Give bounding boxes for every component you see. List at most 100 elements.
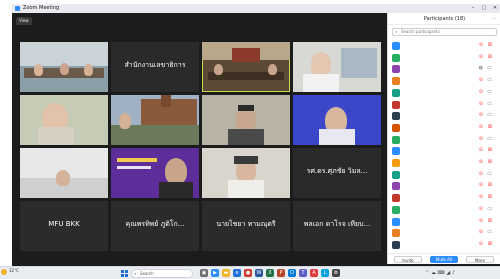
mic-muted-icon[interactable]: ⊘: [479, 136, 483, 142]
video-off-icon[interactable]: ⊠: [488, 218, 492, 224]
video-tile[interactable]: [20, 42, 108, 92]
video-tile[interactable]: [202, 148, 290, 198]
mic-muted-icon[interactable]: ⊘: [479, 160, 483, 165]
video-icon[interactable]: ▭: [487, 66, 492, 71]
taskbar-search-input[interactable]: ⌕ Search: [131, 269, 193, 278]
video-tile-active-speaker[interactable]: [202, 42, 290, 92]
participant-row[interactable]: ⊘ ⊠: [390, 239, 499, 251]
video-off-icon[interactable]: ⊠: [488, 160, 492, 165]
participant-row[interactable]: ⊘ ⊠: [390, 52, 499, 64]
windows-start-button[interactable]: [121, 270, 128, 277]
mic-muted-icon[interactable]: ⊘: [479, 43, 483, 48]
video-icon[interactable]: ▭: [487, 101, 492, 107]
participant-row[interactable]: ⊘ ▭: [390, 75, 499, 87]
video-tile[interactable]: [293, 95, 381, 145]
maximize-button[interactable]: ▢: [479, 4, 489, 13]
chrome-browser-icon[interactable]: ●: [244, 269, 252, 277]
outlook-icon[interactable]: O: [288, 269, 296, 277]
video-off-icon[interactable]: ⊠: [488, 195, 492, 200]
mic-muted-icon[interactable]: ⊘: [479, 171, 483, 177]
participant-row[interactable]: ⊘ ▭: [390, 169, 499, 181]
close-button[interactable]: ✕: [490, 4, 500, 13]
video-icon[interactable]: ▭: [487, 89, 492, 95]
participant-row[interactable]: ⊘ ▭: [390, 204, 499, 216]
view-button[interactable]: View: [16, 17, 32, 25]
mic-muted-icon[interactable]: ⊘: [479, 241, 483, 247]
teams-icon[interactable]: T: [299, 269, 307, 277]
avatar: [392, 194, 400, 203]
video-tile[interactable]: รศ.ดร.ศุภชัย วิมล...: [293, 148, 381, 198]
video-tile[interactable]: พลเอก ดาโรจ เทียบ...: [293, 201, 381, 251]
participant-row[interactable]: ⊘ ⊠: [390, 192, 499, 204]
participant-row[interactable]: ⊘ ⊠: [390, 40, 499, 52]
mic-muted-icon[interactable]: ⊘: [479, 148, 483, 153]
mic-muted-icon[interactable]: ⊘: [479, 101, 483, 107]
participant-name-large: MFU BKK: [48, 220, 80, 228]
minimize-button[interactable]: –: [468, 4, 478, 13]
panel-options-icon[interactable]: ⋯: [492, 13, 497, 25]
word-icon[interactable]: W: [255, 269, 263, 277]
mic-muted-icon[interactable]: ⊘: [479, 195, 483, 200]
acrobat-icon[interactable]: A: [310, 269, 318, 277]
avatar: [392, 182, 400, 191]
participant-row[interactable]: ⊘ ⊠: [390, 216, 499, 228]
mic-muted-icon[interactable]: ⊘: [479, 230, 483, 235]
video-off-icon[interactable]: ⊠: [488, 43, 492, 48]
participant-row[interactable]: ◍ ▭: [390, 63, 499, 75]
video-tile[interactable]: [202, 95, 290, 145]
excel-icon[interactable]: X: [266, 269, 274, 277]
video-icon[interactable]: ▭: [487, 78, 492, 83]
edge-browser-icon[interactable]: e: [233, 269, 241, 277]
task-view-icon[interactable]: ▣: [200, 269, 208, 277]
video-off-icon[interactable]: ⊠: [488, 148, 492, 153]
system-tray-icons[interactable]: ⌃ ☁ ⌨ ◢ ♪: [425, 270, 455, 276]
participant-row[interactable]: ⊘ ⊠: [390, 157, 499, 169]
mic-muted-icon[interactable]: ⊘: [479, 54, 483, 60]
participant-row[interactable]: ⊘ ⊠: [390, 180, 499, 192]
video-off-icon[interactable]: ⊠: [488, 54, 492, 60]
mic-muted-icon[interactable]: ⊘: [479, 183, 483, 188]
zoom-taskbar-icon[interactable]: ▶: [211, 269, 219, 277]
video-tile[interactable]: [111, 95, 199, 145]
mic-muted-icon[interactable]: ⊘: [479, 113, 483, 118]
mute-all-button[interactable]: Mute All: [430, 256, 458, 263]
video-tile[interactable]: สำนักงานเลขาธิการ: [111, 42, 199, 92]
powerpoint-icon[interactable]: P: [277, 269, 285, 277]
video-tile[interactable]: [20, 148, 108, 198]
video-icon[interactable]: ▭: [487, 171, 492, 177]
participants-search-input[interactable]: ⌕ Search participants: [392, 28, 497, 36]
mic-muted-icon[interactable]: ⊘: [479, 78, 483, 83]
mic-icon[interactable]: ◍: [479, 66, 483, 71]
video-tile[interactable]: [111, 148, 199, 198]
video-off-icon[interactable]: ⊠: [488, 241, 492, 247]
participant-row[interactable]: ⊘ ▭: [390, 227, 499, 239]
video-icon[interactable]: ▭: [487, 113, 492, 118]
more-button[interactable]: More: [466, 256, 494, 263]
invite-button[interactable]: Invite: [394, 256, 422, 263]
video-tile[interactable]: [20, 95, 108, 145]
video-off-icon[interactable]: ⊠: [488, 124, 492, 130]
avatar: [392, 147, 400, 156]
participant-row[interactable]: ⊘ ⊠: [390, 145, 499, 157]
participant-row[interactable]: ⊘ ▭: [390, 99, 499, 111]
participant-row[interactable]: ⊘ ▭: [390, 110, 499, 122]
video-icon[interactable]: ▭: [487, 230, 492, 235]
video-tile[interactable]: คุณพรทิพย์ ภูติโก...: [111, 201, 199, 251]
video-tile[interactable]: [293, 42, 381, 92]
participant-row[interactable]: ⊘ ▭: [390, 87, 499, 99]
participant-row[interactable]: ⊘ ⊠: [390, 122, 499, 134]
mic-muted-icon[interactable]: ⊘: [479, 206, 483, 212]
line-app-icon[interactable]: L: [321, 269, 329, 277]
mic-muted-icon[interactable]: ⊘: [479, 218, 483, 224]
mic-muted-icon[interactable]: ⊘: [479, 89, 483, 95]
participant-row[interactable]: ⊘ ▭: [390, 134, 499, 146]
video-tile[interactable]: MFU BKK: [20, 201, 108, 251]
weather-temperature[interactable]: 32°C: [9, 268, 19, 273]
video-icon[interactable]: ▭: [487, 206, 492, 212]
settings-icon[interactable]: ⚙: [332, 269, 340, 277]
video-icon[interactable]: ▭: [487, 136, 492, 142]
video-off-icon[interactable]: ⊠: [488, 183, 492, 188]
mic-muted-icon[interactable]: ⊘: [479, 124, 483, 130]
file-explorer-icon[interactable]: ▬: [222, 269, 230, 277]
video-tile[interactable]: นายไชยา ทามณุตรี: [202, 201, 290, 251]
